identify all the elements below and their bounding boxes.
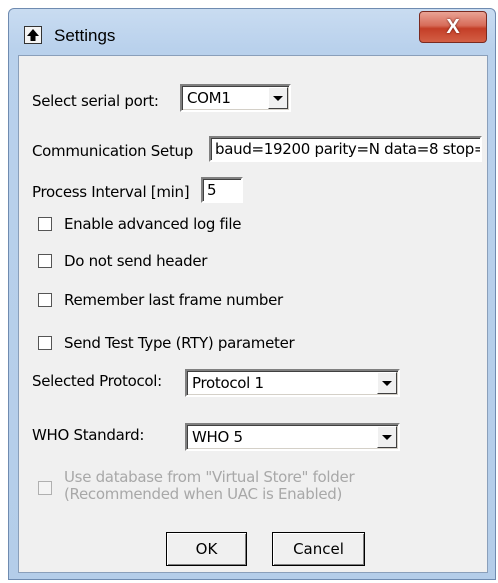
virtual-store-checkbox [38, 481, 52, 495]
chevron-down-icon[interactable] [377, 426, 397, 448]
serial-port-value: COM1 [187, 89, 231, 107]
advanced-log-checkbox[interactable] [38, 217, 52, 231]
process-interval-input[interactable]: 5 [201, 177, 243, 203]
settings-window: Settings X Select serial port: COM1 Comm… [8, 8, 496, 580]
send-test-type-label: Send Test Type (RTY) parameter [64, 334, 295, 352]
protocol-value: Protocol 1 [192, 374, 264, 392]
remember-frame-label: Remember last frame number [64, 291, 283, 309]
communication-setup-value: baud=19200 parity=N data=8 stop=1 [215, 140, 482, 158]
process-interval-value: 5 [207, 181, 217, 199]
send-test-type-checkbox[interactable] [38, 336, 52, 350]
process-interval-label: Process Interval [min] [32, 183, 190, 201]
serial-port-select[interactable]: COM1 [180, 84, 291, 112]
up-arrow-icon [24, 26, 42, 44]
advanced-log-label: Enable advanced log file [64, 215, 242, 233]
no-header-checkbox[interactable] [38, 254, 52, 268]
virtual-store-label-line1: Use database from "Virtual Store" folder [64, 468, 355, 486]
chevron-down-icon[interactable] [268, 87, 288, 109]
no-header-label: Do not send header [64, 252, 208, 270]
communication-setup-input[interactable]: baud=19200 parity=N data=8 stop=1 [209, 136, 482, 162]
who-standard-label: WHO Standard: [32, 426, 145, 444]
window-title: Settings [54, 26, 116, 45]
protocol-select[interactable]: Protocol 1 [185, 369, 400, 397]
protocol-label: Selected Protocol: [32, 372, 162, 390]
serial-port-label: Select serial port: [32, 92, 159, 110]
close-button[interactable]: X [419, 11, 487, 43]
who-standard-value: WHO 5 [192, 428, 243, 446]
close-icon: X [446, 16, 460, 38]
virtual-store-label-line2: (Recommended when UAC is Enabled) [64, 485, 343, 503]
title-bar[interactable]: Settings X [9, 9, 495, 55]
who-standard-select[interactable]: WHO 5 [185, 423, 400, 451]
communication-setup-label: Communication Setup [32, 142, 193, 160]
remember-frame-checkbox[interactable] [38, 293, 52, 307]
chevron-down-icon[interactable] [377, 372, 397, 394]
dialog-body: Select serial port: COM1 Communication S… [18, 55, 488, 573]
ok-button[interactable]: OK [166, 532, 247, 566]
cancel-button[interactable]: Cancel [272, 532, 365, 566]
